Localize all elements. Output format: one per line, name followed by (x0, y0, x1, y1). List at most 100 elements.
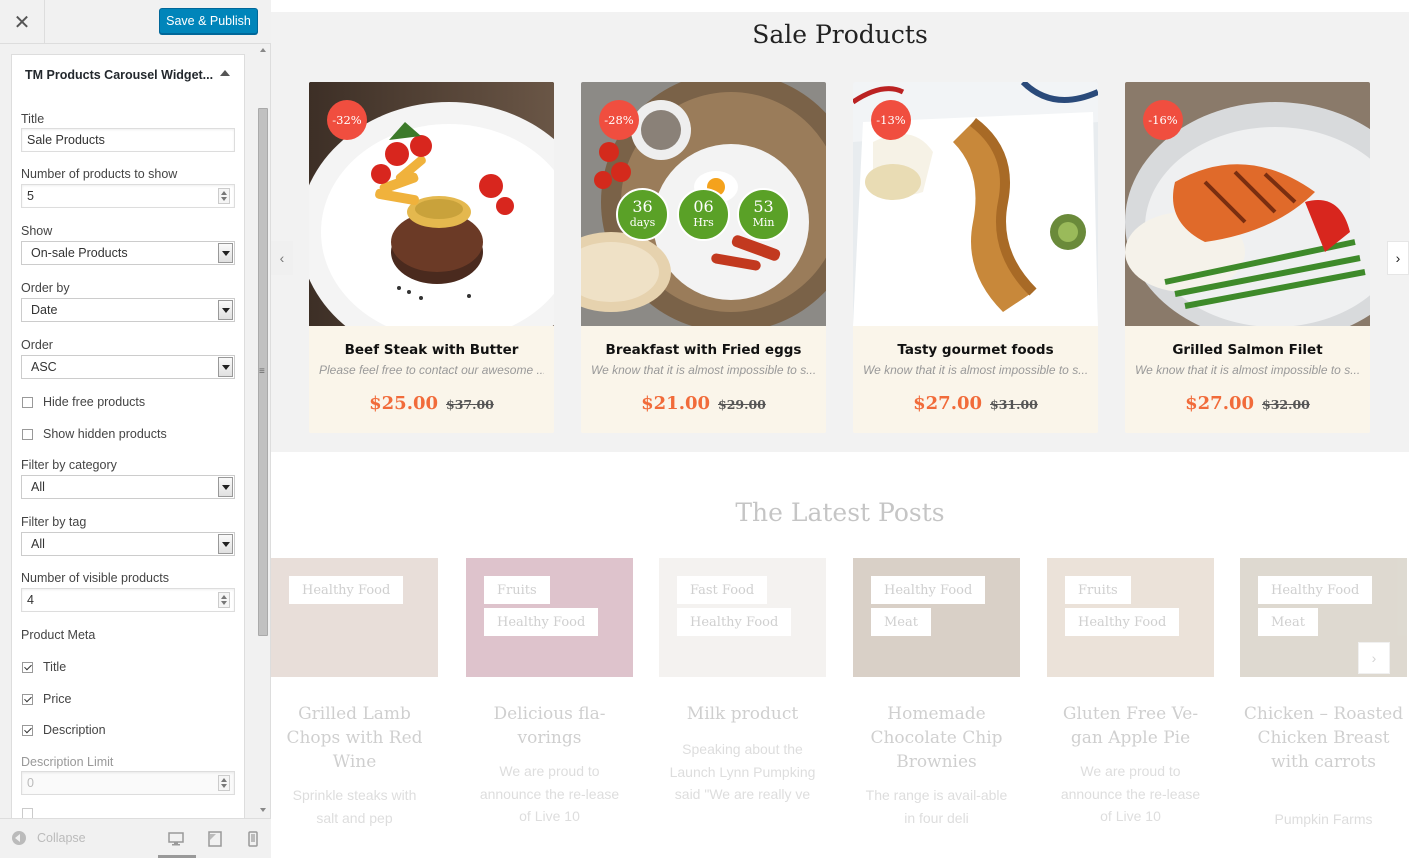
post-excerpt: Sprinkle steaks with salt and pep (292, 787, 417, 826)
sale-price: $27.00 (913, 393, 983, 414)
product-name[interactable]: Tasty gourmet foods (853, 342, 1098, 358)
filter-category-select[interactable]: All (21, 475, 235, 499)
countdown-minutes: 53 Min (737, 188, 790, 241)
filter-category-value: All (31, 480, 45, 494)
order-by-value: Date (31, 303, 58, 317)
collapse-button[interactable]: Collapse (12, 831, 86, 845)
post-category-tag[interactable]: Healthy Food (871, 576, 986, 604)
order-select[interactable]: ASC (21, 355, 235, 379)
countdown-days-unit: days (629, 216, 656, 229)
product-image-steak[interactable]: -32% (309, 82, 554, 326)
posts-next-button[interactable]: › (1358, 642, 1390, 674)
original-price: $29.00 (718, 397, 766, 412)
post-excerpt: Pumpkin Farms (1274, 811, 1373, 827)
product-name[interactable]: Grilled Salmon Filet (1125, 342, 1370, 358)
products-count-value: 5 (27, 189, 34, 203)
meta-description-row[interactable]: Description (22, 723, 106, 737)
meta-title-checkbox[interactable] (22, 661, 33, 673)
dropdown-arrow-icon[interactable] (218, 243, 233, 263)
products-count-input[interactable]: 5 (21, 184, 235, 208)
product-name[interactable]: Breakfast with Fried eggs (581, 342, 826, 358)
product-card[interactable]: -28% 36 days 06 Hrs 53 Min Breakfast with F… (581, 82, 826, 433)
meta-title-row[interactable]: Title (22, 660, 66, 674)
post-title[interactable]: Grilled Lamb Chops with Red Wine (271, 702, 438, 774)
product-description: We know that it is almost impossible to … (591, 363, 816, 377)
save-publish-button[interactable]: Save & Publish (159, 8, 258, 34)
description-limit-input[interactable]: 0 (21, 771, 235, 795)
widget-header[interactable]: TM Products Carousel Widget... (11, 54, 245, 96)
product-prices: $27.00 $31.00 (853, 393, 1098, 414)
show-select[interactable]: On-sale Products (21, 241, 235, 265)
tablet-icon[interactable] (207, 831, 223, 847)
title-input[interactable]: Sale Products (21, 128, 235, 152)
number-stepper[interactable] (218, 188, 230, 204)
post-category-tag[interactable]: Meat (871, 608, 931, 636)
carousel-prev-button[interactable]: ‹ (271, 241, 293, 275)
discount-badge: -16% (1143, 100, 1183, 140)
meta-price-checkbox[interactable] (22, 693, 33, 705)
number-stepper[interactable] (218, 775, 230, 791)
post-category-tag[interactable]: Healthy Food (1065, 608, 1180, 636)
product-card[interactable]: -16% Grilled Salmon Filet We know that i… (1125, 82, 1370, 433)
dropdown-arrow-icon[interactable] (218, 300, 233, 320)
show-hidden-checkbox[interactable] (22, 428, 33, 440)
dropdown-arrow-icon[interactable] (218, 477, 233, 497)
number-stepper[interactable] (218, 592, 230, 608)
partial-checkbox-row[interactable] (22, 808, 43, 818)
scroll-up-icon[interactable] (260, 48, 266, 52)
visible-products-input[interactable]: 4 (21, 588, 235, 612)
product-image-breakfast[interactable]: -28% 36 days 06 Hrs 53 Min (581, 82, 826, 326)
close-button[interactable]: ✕ (0, 0, 45, 44)
post-category-tag[interactable]: Fruits (1065, 576, 1131, 604)
filter-tag-select[interactable]: All (21, 532, 235, 556)
chevron-right-icon: › (1395, 250, 1401, 266)
product-card[interactable]: -13% Tasty gourmet foods We know that it… (853, 82, 1098, 433)
carousel-next-button[interactable]: › (1387, 241, 1409, 275)
product-image-salmon[interactable]: -16% (1125, 82, 1370, 326)
post-category-tag[interactable]: Fruits (484, 576, 550, 604)
sidebar-scrollbar[interactable] (257, 44, 270, 818)
description-limit-label: Description Limit (21, 755, 114, 769)
hide-free-checkbox[interactable] (22, 396, 33, 408)
post-category-tag[interactable]: Healthy Food (677, 608, 792, 636)
meta-title-label: Title (43, 660, 67, 674)
countdown-days-value: 36 (632, 197, 653, 216)
post-title[interactable]: Milk product (659, 702, 826, 726)
product-card[interactable]: -32% Beef Steak with Butter Please feel … (309, 82, 554, 433)
order-label: Order (21, 338, 53, 352)
collapse-caret-icon[interactable] (220, 70, 230, 76)
post-category-tag[interactable]: Healthy Food (289, 576, 404, 604)
resize-grip-icon[interactable]: ≡ (259, 366, 265, 377)
product-description: Please feel free to contact our awesome … (319, 363, 544, 377)
show-hidden-checkbox-row[interactable]: Show hidden products (22, 427, 167, 441)
post-title[interactable]: Delicious fla-vorings (466, 702, 633, 750)
order-by-select[interactable]: Date (21, 298, 235, 322)
meta-description-checkbox[interactable] (22, 724, 33, 736)
meta-price-row[interactable]: Price (22, 692, 71, 706)
sidebar-footer: Collapse (0, 818, 271, 858)
show-select-value: On-sale Products (31, 246, 128, 260)
title-label: Title (21, 112, 45, 126)
post-category-tag[interactable]: Healthy Food (1258, 576, 1373, 604)
post-title[interactable]: Homemade Chocolate Chip Brownies (853, 702, 1020, 774)
mobile-icon[interactable] (245, 831, 261, 847)
filter-category-label: Filter by category (21, 458, 117, 472)
desktop-icon[interactable] (168, 831, 184, 847)
dropdown-arrow-icon[interactable] (218, 357, 233, 377)
post-category-tag[interactable]: Healthy Food (484, 608, 599, 636)
post-title[interactable]: Chicken – Roasted Chicken Breast with ca… (1240, 702, 1407, 774)
sidebar-scroll-area: TM Products Carousel Widget... Title Sal… (0, 44, 271, 818)
sale-price: $27.00 (1185, 393, 1255, 414)
dropdown-arrow-icon[interactable] (218, 534, 233, 554)
product-name[interactable]: Beef Steak with Butter (309, 342, 554, 358)
partial-checkbox[interactable] (22, 808, 33, 818)
post-category-tag[interactable]: Fast Food (677, 576, 768, 604)
post-title[interactable]: Gluten Free Ve-gan Apple Pie (1047, 702, 1214, 750)
product-image-gourmet[interactable]: -13% (853, 82, 1098, 326)
countdown-minutes-unit: Min (752, 216, 775, 229)
hide-free-checkbox-row[interactable]: Hide free products (22, 395, 145, 409)
description-limit-value: 0 (27, 776, 34, 790)
post-category-tag[interactable]: Meat (1258, 608, 1318, 636)
discount-badge: -13% (871, 100, 911, 140)
scroll-down-icon[interactable] (260, 808, 266, 812)
